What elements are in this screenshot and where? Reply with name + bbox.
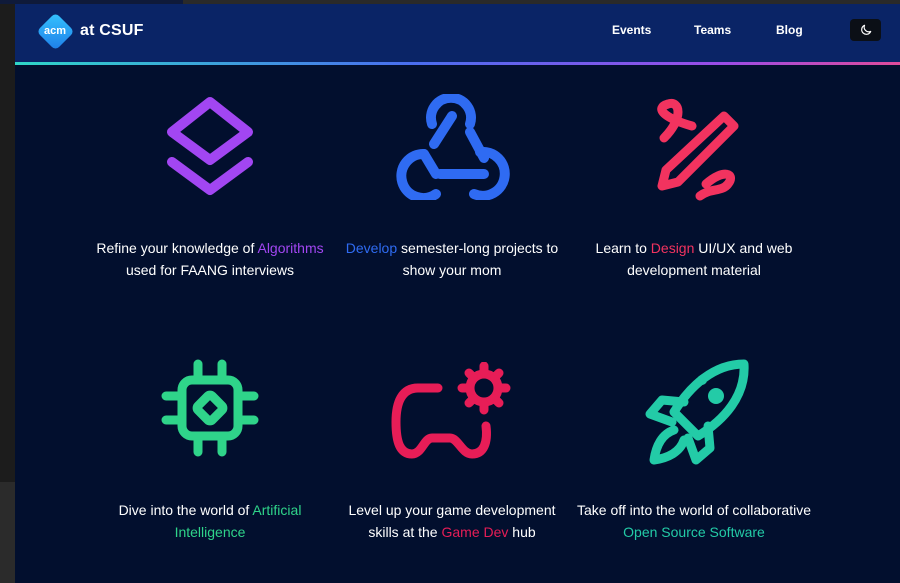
pencil-icon (657, 99, 739, 201)
gamepad-gear-icon (391, 362, 511, 459)
highlight-opensource: Open Source Software (623, 524, 765, 540)
nav-link-blog[interactable]: Blog (776, 23, 803, 37)
nav-link-teams[interactable]: Teams (694, 23, 731, 37)
card-description: Level up your game development skills at… (348, 502, 556, 540)
highlight-algorithms: Algorithms (257, 240, 324, 256)
card-description: Dive into the world of Artificial Intell… (118, 502, 302, 540)
logo-badge-text: acm (43, 25, 67, 37)
card-description: Learn to Design UI/UX and web developmen… (595, 240, 793, 278)
logo[interactable]: acm at CSUF (36, 12, 144, 51)
card-description: Refine your knowledge of Algorithms used… (96, 240, 324, 278)
highlight-gamedev: Game Dev (441, 524, 509, 540)
acm-logo-icon: acm (36, 12, 75, 51)
highlight-design: Design (650, 240, 695, 256)
card-description: Take off into the world of collaborative… (577, 502, 811, 540)
nav-link-events[interactable]: Events (612, 23, 651, 37)
nav-gradient-bar (15, 62, 900, 65)
moon-icon (860, 24, 871, 35)
rocket-icon (645, 359, 749, 465)
left-edge-lower (0, 482, 15, 583)
navbar: acm at CSUF Events Teams Blog (15, 4, 900, 62)
layers-icon (167, 97, 253, 195)
highlight-develop: Develop (345, 240, 398, 256)
chip-icon (161, 359, 259, 457)
left-edge (0, 4, 15, 482)
page: acm at CSUF Events Teams Blog Refine you… (15, 4, 900, 583)
card-description: Develop semester-long projects to show y… (345, 240, 559, 278)
webhook-icon (396, 94, 510, 200)
logo-text: at CSUF (80, 22, 144, 39)
theme-toggle-button[interactable] (850, 19, 881, 41)
